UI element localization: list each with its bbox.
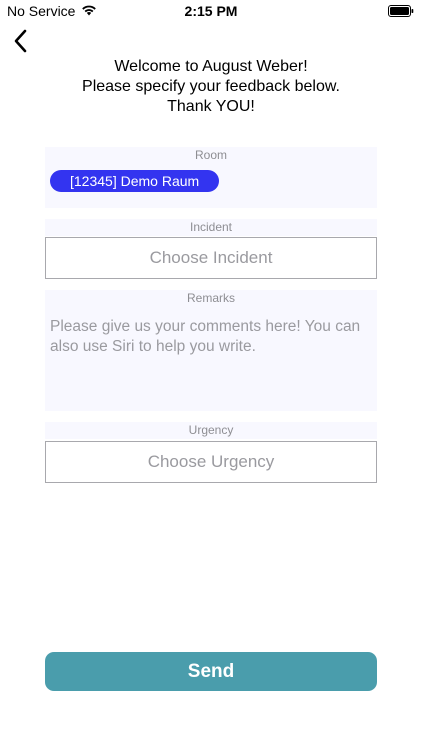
send-button[interactable]: Send (45, 652, 377, 691)
back-button[interactable] (8, 29, 32, 58)
feedback-screen: No Service 2:15 PM Welcome to August Web… (0, 0, 422, 750)
incident-select[interactable]: Choose Incident (45, 237, 377, 279)
urgency-label: Urgency (188, 423, 234, 437)
remarks-label: Remarks (186, 291, 235, 305)
room-selection-chip[interactable]: [12345] Demo Raum (50, 170, 220, 192)
urgency-select[interactable]: Choose Urgency (45, 441, 377, 483)
status-bar: No Service 2:15 PM (0, 0, 422, 22)
room-label: Room (194, 148, 227, 162)
incident-label: Incident (189, 220, 233, 234)
chevron-left-icon (13, 29, 27, 58)
welcome-message: Welcome to August Weber! Please specify … (0, 57, 422, 117)
welcome-line-2: Please specify your feedback below. (82, 78, 340, 95)
battery-icon (388, 4, 414, 17)
welcome-line-1: Welcome to August Weber! (114, 58, 308, 75)
clock: 2:15 PM (184, 3, 238, 19)
welcome-line-3: Thank YOU! (167, 98, 255, 115)
remarks-placeholder: Please give us your comments here! You c… (50, 318, 361, 355)
